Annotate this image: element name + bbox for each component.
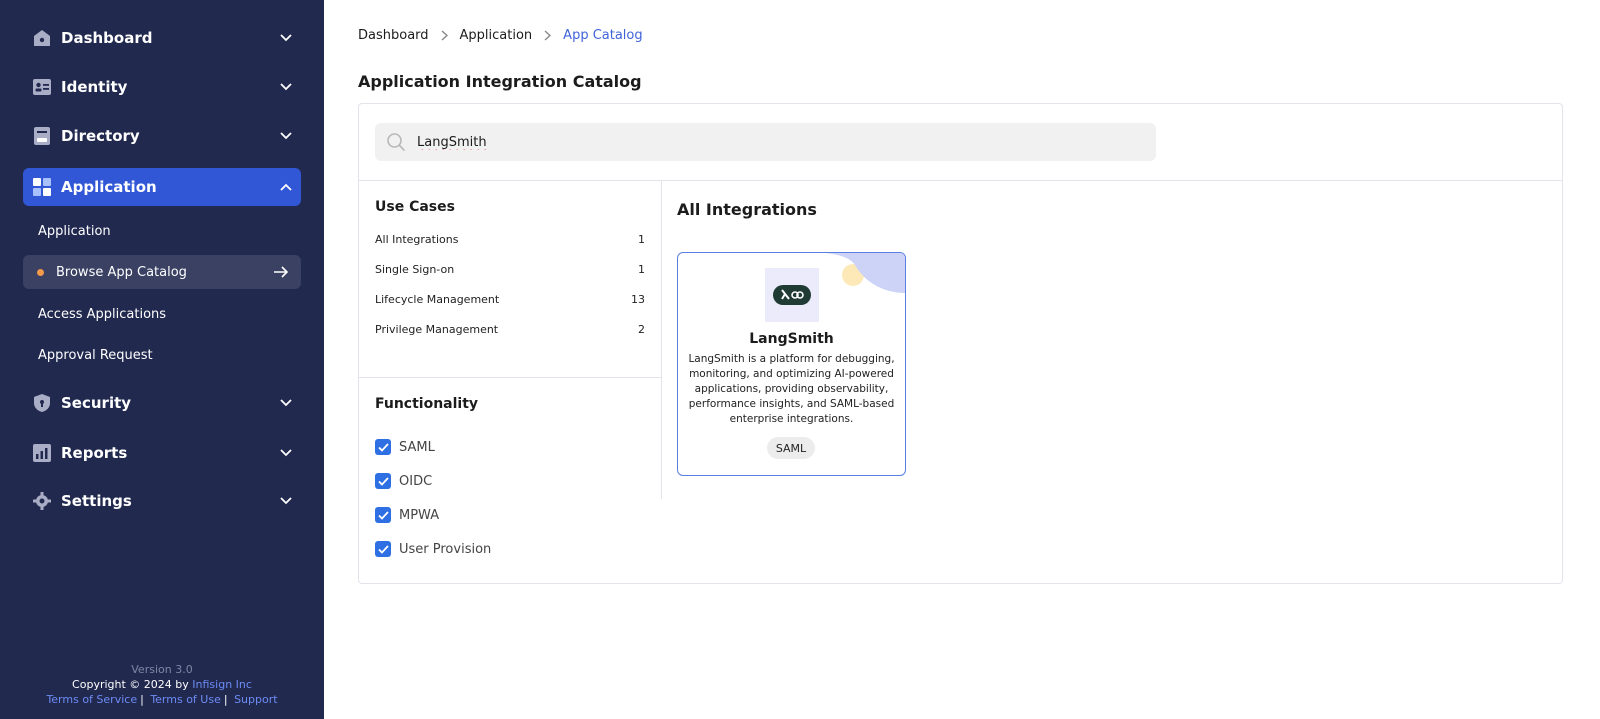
use-case-label: Lifecycle Management [375, 293, 500, 306]
divider [359, 180, 1562, 181]
nav-label: Directory [61, 127, 140, 145]
filter-label: SAML [399, 439, 435, 455]
gear-icon [32, 491, 52, 511]
use-case-count: 13 [631, 293, 645, 306]
terms-of-use-link[interactable]: Terms of Use [150, 693, 221, 706]
chevron-down-icon [271, 393, 301, 413]
active-dot-icon [37, 268, 44, 276]
divider [661, 181, 662, 499]
use-case-privilege-management[interactable]: Privilege Management 2 [375, 323, 645, 353]
integration-tag: SAML [767, 437, 815, 459]
use-case-lifecycle-management[interactable]: Lifecycle Management 13 [375, 293, 645, 323]
use-case-single-sign-on[interactable]: Single Sign-on 1 [375, 263, 645, 293]
directory-icon [32, 126, 52, 146]
chevron-down-icon [271, 491, 301, 511]
copyright-text: Copyright © 2024 by Infisign Inc [0, 677, 324, 692]
card-decoration-icon [825, 253, 905, 293]
house-icon [32, 28, 52, 48]
use-case-count: 1 [638, 263, 645, 276]
breadcrumb-dashboard[interactable]: Dashboard [358, 28, 429, 43]
sub-label: Access Applications [38, 306, 167, 322]
functionality-title: Functionality [375, 396, 479, 412]
use-case-label: All Integrations [375, 233, 459, 246]
use-cases-title: Use Cases [375, 199, 455, 215]
support-link[interactable]: Support [234, 693, 277, 706]
page-title: Application Integration Catalog [358, 72, 642, 91]
nav-directory[interactable]: Directory [23, 117, 301, 155]
use-case-count: 2 [638, 323, 645, 336]
sub-access-applications[interactable]: Access Applications [23, 297, 301, 331]
use-case-label: Privilege Management [375, 323, 499, 336]
sub-browse-app-catalog[interactable]: Browse App Catalog [23, 255, 301, 289]
filter-label: User Provision [399, 541, 492, 557]
breadcrumb-application[interactable]: Application [460, 28, 533, 43]
nav-label: Reports [61, 444, 128, 462]
nav-security[interactable]: Security [23, 384, 301, 422]
use-case-all-integrations[interactable]: All Integrations 1 [375, 233, 645, 263]
nav-label: Security [61, 394, 132, 412]
search-icon [385, 131, 407, 153]
filter-label: OIDC [399, 473, 433, 489]
use-case-label: Single Sign-on [375, 263, 455, 276]
filter-user-provision[interactable]: User Provision [375, 532, 491, 566]
chevron-down-icon [271, 443, 301, 463]
chevron-right-icon [441, 30, 448, 41]
checkbox-checked-icon[interactable] [375, 439, 391, 455]
integration-description: LangSmith is a platform for debugging, m… [688, 353, 895, 425]
all-integrations-title: All Integrations [677, 200, 817, 219]
app-grid-icon [32, 177, 52, 197]
catalog-panel: Use Cases All Integrations 1 Single Sign… [358, 103, 1563, 584]
id-card-icon [32, 77, 52, 97]
chevron-down-icon [271, 77, 301, 97]
checkbox-checked-icon[interactable] [375, 473, 391, 489]
checkbox-checked-icon[interactable] [375, 507, 391, 523]
divider [359, 377, 661, 378]
filter-oidc[interactable]: OIDC [375, 464, 491, 498]
version-text: Version 3.0 [131, 663, 193, 676]
nav-label: Identity [61, 78, 128, 96]
copyright-label: Copyright © 2024 by [72, 678, 189, 691]
nav-dashboard[interactable]: Dashboard [23, 19, 301, 57]
company-link[interactable]: Infisign Inc [192, 678, 252, 691]
chevron-down-icon [271, 28, 301, 48]
nav-settings[interactable]: Settings [23, 482, 301, 520]
use-case-count: 1 [638, 233, 645, 246]
chevron-down-icon [271, 126, 301, 146]
search-bar[interactable] [375, 123, 1156, 161]
shield-icon [32, 393, 52, 413]
functionality-list: SAML OIDC MPWA User Provision [375, 430, 491, 566]
breadcrumb: Dashboard Application App Catalog [358, 28, 643, 43]
sub-label: Browse App Catalog [56, 264, 187, 280]
filter-saml[interactable]: SAML [375, 430, 491, 464]
nav-label: Application [61, 178, 157, 196]
checkbox-checked-icon[interactable] [375, 541, 391, 557]
nav-label: Settings [61, 492, 132, 510]
arrow-right-icon [261, 266, 301, 278]
sub-label: Approval Request [38, 347, 153, 363]
terms-of-service-link[interactable]: Terms of Service [46, 693, 137, 706]
integration-card-langsmith[interactable]: LangSmith LangSmith is a platform for de… [677, 252, 906, 476]
filter-mpwa[interactable]: MPWA [375, 498, 491, 532]
sub-approval-request[interactable]: Approval Request [23, 338, 301, 372]
sub-application[interactable]: Application [23, 214, 301, 248]
chevron-right-icon [544, 30, 552, 41]
footer-links: Terms of Service | Terms of Use | Support [46, 693, 278, 706]
langsmith-logo-icon [765, 268, 819, 322]
sub-label: Application [38, 223, 111, 239]
reports-icon [32, 443, 52, 463]
sidebar-footer: Version 3.0 Copyright © 2024 by Infisign… [0, 662, 324, 707]
search-input[interactable] [417, 134, 1117, 150]
nav-label: Dashboard [61, 29, 153, 47]
integration-name: LangSmith [749, 331, 834, 347]
filter-label: MPWA [399, 507, 440, 523]
nav-identity[interactable]: Identity [23, 68, 301, 106]
sidebar: Dashboard Identity Directory Application [0, 0, 324, 719]
use-cases-list: All Integrations 1 Single Sign-on 1 Life… [375, 233, 645, 353]
chevron-up-icon [271, 177, 301, 197]
breadcrumb-app-catalog: App Catalog [563, 28, 643, 43]
nav-reports[interactable]: Reports [23, 434, 301, 472]
nav-application[interactable]: Application [23, 168, 301, 206]
